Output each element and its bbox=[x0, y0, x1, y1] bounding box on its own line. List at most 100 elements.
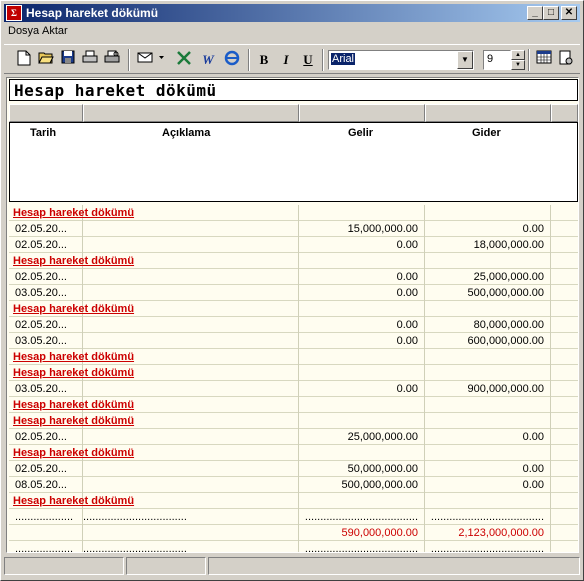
underline-button[interactable]: U bbox=[298, 50, 318, 70]
report-area[interactable]: Hesap hareket dökümü Tarih Açıklama Geli… bbox=[6, 77, 579, 553]
excel-icon[interactable] bbox=[174, 50, 194, 70]
cell-date: 03.05.20... bbox=[15, 287, 67, 299]
cell-date: 02.05.20... bbox=[15, 223, 67, 235]
group-label[interactable]: Hesap hareket dökümü bbox=[13, 205, 134, 221]
table-row: 02.05.20... 0.00 80,000,000.00 bbox=[9, 317, 578, 333]
column-divider bbox=[550, 397, 551, 413]
table-row: 02.05.20... 25,000,000.00 0.00 bbox=[9, 429, 578, 445]
cell-date bbox=[9, 525, 82, 541]
group-header-row: Hesap hareket dökümü bbox=[9, 397, 578, 413]
cell-gelir: 0.00 bbox=[396, 287, 418, 299]
bold-button[interactable]: B bbox=[254, 50, 274, 70]
save-icon[interactable] bbox=[58, 50, 78, 70]
total-row: 590,000,000.00 2,123,000,000.00 bbox=[9, 525, 578, 541]
status-panel bbox=[126, 557, 206, 575]
column-divider bbox=[424, 253, 425, 269]
close-button[interactable]: ✕ bbox=[561, 6, 577, 20]
cell-date: ................... bbox=[15, 511, 74, 523]
column-divider bbox=[550, 285, 551, 301]
column-divider bbox=[424, 445, 425, 461]
print-preview-icon[interactable] bbox=[102, 50, 122, 70]
column-divider bbox=[550, 269, 551, 285]
italic-button[interactable]: I bbox=[276, 50, 296, 70]
cell-gelir: 0.00 bbox=[396, 271, 418, 283]
word-icon[interactable]: W bbox=[198, 50, 218, 70]
group-label[interactable]: Hesap hareket dökümü bbox=[13, 365, 134, 381]
cell-date: 03.05.20... bbox=[15, 383, 67, 395]
ruler-segment[interactable] bbox=[551, 104, 578, 122]
cell-date: 02.05.20... bbox=[15, 271, 67, 283]
cell-gider: 900,000,000.00 bbox=[467, 383, 544, 395]
cell-description bbox=[83, 221, 298, 237]
column-divider bbox=[424, 301, 425, 317]
print-icon[interactable] bbox=[80, 50, 100, 70]
cell-description bbox=[83, 269, 298, 285]
toolbar-separator bbox=[528, 49, 530, 71]
cell-gelir: 50,000,000.00 bbox=[347, 463, 418, 475]
minimize-button[interactable]: _ bbox=[527, 6, 543, 20]
title-bar[interactable]: Σ Hesap hareket dökümü _ □ ✕ bbox=[4, 4, 580, 22]
toolbar-separator bbox=[128, 49, 130, 71]
cell-gelir: 0.00 bbox=[396, 335, 418, 347]
group-label[interactable]: Hesap hareket dökümü bbox=[13, 413, 134, 429]
report-rows: Hesap hareket dökümü 02.05.20... 15,000,00… bbox=[9, 205, 578, 553]
open-folder-icon[interactable] bbox=[36, 50, 56, 70]
ruler-segment[interactable] bbox=[299, 104, 425, 122]
column-divider bbox=[298, 397, 299, 413]
group-label[interactable]: Hesap hareket dökümü bbox=[13, 301, 134, 317]
group-header-row: Hesap hareket dökümü bbox=[9, 365, 578, 381]
app-icon[interactable]: Σ bbox=[6, 5, 22, 21]
ruler-segment[interactable] bbox=[9, 104, 83, 122]
ruler-segment[interactable] bbox=[425, 104, 551, 122]
group-label[interactable]: Hesap hareket dökümü bbox=[13, 493, 134, 509]
cell-gider: 600,000,000.00 bbox=[467, 335, 544, 347]
column-ruler bbox=[9, 104, 578, 122]
cell-description bbox=[83, 317, 298, 333]
group-label[interactable]: Hesap hareket dökümü bbox=[13, 397, 134, 413]
column-divider bbox=[550, 253, 551, 269]
group-header-row: Hesap hareket dökümü bbox=[9, 493, 578, 509]
cell-description bbox=[83, 237, 298, 253]
cell-description bbox=[83, 429, 298, 445]
cell-description bbox=[83, 525, 298, 541]
table-row: 08.05.20... 500,000,000.00 0.00 bbox=[9, 477, 578, 493]
settings-icon[interactable] bbox=[556, 50, 576, 70]
column-divider bbox=[550, 461, 551, 477]
column-header-band: Tarih Açıklama Gelir Gider bbox=[9, 122, 578, 202]
spin-down-icon[interactable]: ▼ bbox=[511, 60, 525, 70]
group-label[interactable]: Hesap hareket dökümü bbox=[13, 349, 134, 365]
cell-gider: 0.00 bbox=[522, 223, 544, 235]
column-divider bbox=[298, 445, 299, 461]
group-header-row: Hesap hareket dökümü bbox=[9, 253, 578, 269]
internet-explorer-icon[interactable] bbox=[222, 50, 242, 70]
cell-description: .................................. bbox=[83, 543, 187, 553]
font-size-input[interactable]: 9 bbox=[483, 50, 511, 70]
menu-aktar[interactable]: Aktar bbox=[42, 25, 68, 37]
menu-bar: Dosya Aktar bbox=[4, 23, 580, 41]
ruler-segment[interactable] bbox=[83, 104, 299, 122]
toolbar: W B I U Arial ▼ 9 ▲ ▼ bbox=[4, 44, 580, 74]
table-row: 02.05.20... 0.00 18,000,000.00 bbox=[9, 237, 578, 253]
export-dropdown-icon[interactable] bbox=[136, 50, 166, 70]
cell-gelir: 590,000,000.00 bbox=[341, 527, 418, 539]
cell-gelir: 500,000,000.00 bbox=[341, 479, 418, 491]
column-divider bbox=[550, 349, 551, 365]
group-header-row: Hesap hareket dökümü bbox=[9, 349, 578, 365]
spin-up-icon[interactable]: ▲ bbox=[511, 50, 525, 60]
maximize-button[interactable]: □ bbox=[543, 6, 559, 20]
status-panel bbox=[4, 557, 124, 575]
calendar-icon[interactable] bbox=[534, 50, 554, 70]
menu-dosya[interactable]: Dosya bbox=[8, 25, 39, 37]
new-document-icon[interactable] bbox=[14, 50, 34, 70]
cell-gider: 0.00 bbox=[522, 479, 544, 491]
font-select[interactable]: Arial ▼ bbox=[328, 50, 474, 70]
header-tarih: Tarih bbox=[30, 127, 57, 139]
group-label[interactable]: Hesap hareket dökümü bbox=[13, 445, 134, 461]
cell-gider: 25,000,000.00 bbox=[473, 271, 544, 283]
font-select-value: Arial bbox=[331, 53, 356, 65]
table-row: 03.05.20... 0.00 900,000,000.00 bbox=[9, 381, 578, 397]
group-label[interactable]: Hesap hareket dökümü bbox=[13, 253, 134, 269]
status-panel bbox=[208, 557, 580, 575]
column-divider bbox=[550, 237, 551, 253]
chevron-down-icon[interactable]: ▼ bbox=[457, 51, 473, 69]
